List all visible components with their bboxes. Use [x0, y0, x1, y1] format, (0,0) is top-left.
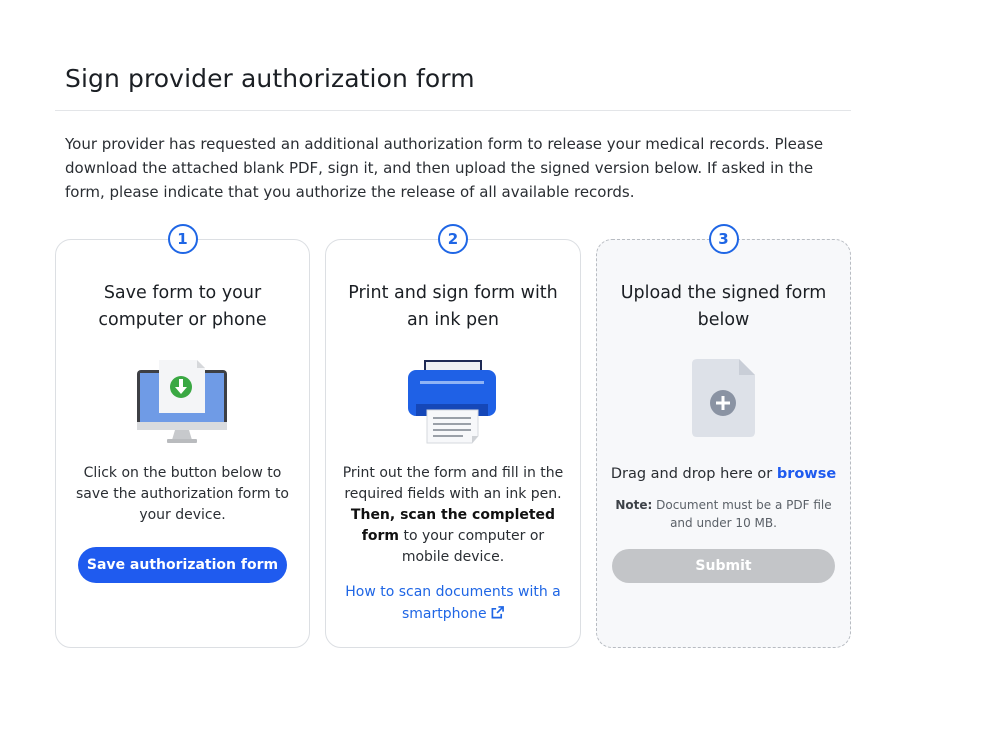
- step-number-badge: 2: [438, 224, 468, 254]
- link-label: How to scan documents with a smartphone: [345, 584, 561, 622]
- title-divider: [55, 110, 851, 111]
- step-description: Click on the button below to save the au…: [75, 465, 289, 523]
- step-card-upload[interactable]: 3 Upload the signed form below Drag and …: [596, 224, 851, 648]
- step-number-badge: 1: [167, 224, 198, 254]
- how-to-scan-link[interactable]: How to scan documents with a smartphone: [336, 581, 570, 625]
- step-title: Print and sign form with an ink pen: [348, 283, 558, 330]
- note-text: Document must be a PDF file and under 10…: [652, 498, 832, 530]
- add-document-icon: [691, 358, 757, 442]
- computer-download-icon: [136, 358, 229, 450]
- intro-text: Your provider has requested an additiona…: [65, 135, 824, 201]
- step-title: Upload the signed form below: [620, 283, 827, 330]
- external-link-icon: [491, 606, 504, 619]
- upload-note: Note: Document must be a PDF file and un…: [612, 496, 835, 532]
- page-title: Sign provider authorization form: [65, 64, 475, 93]
- description-text: to your computer or mobile device.: [399, 528, 545, 565]
- browse-link[interactable]: browse: [777, 466, 836, 482]
- step-title: Save form to your computer or phone: [98, 283, 267, 330]
- submit-button[interactable]: Submit: [612, 549, 835, 583]
- description-text: Print out the form and fill in the requi…: [342, 465, 564, 502]
- save-authorization-form-button[interactable]: Save authorization form: [78, 547, 287, 583]
- step-card-print: 2 Print and sign form with an ink pen Pr…: [325, 224, 581, 648]
- drag-drop-label: Drag and drop here or: [610, 466, 777, 482]
- step-card-save: 1 Save form to your computer or phone Cl…: [55, 224, 310, 648]
- note-label: Note:: [615, 498, 653, 512]
- drag-drop-text: Drag and drop here or browse: [597, 466, 850, 482]
- printer-icon: [408, 360, 498, 450]
- step-number-badge: 3: [708, 224, 739, 254]
- step-description: Print out the form and fill in the requi…: [338, 463, 568, 568]
